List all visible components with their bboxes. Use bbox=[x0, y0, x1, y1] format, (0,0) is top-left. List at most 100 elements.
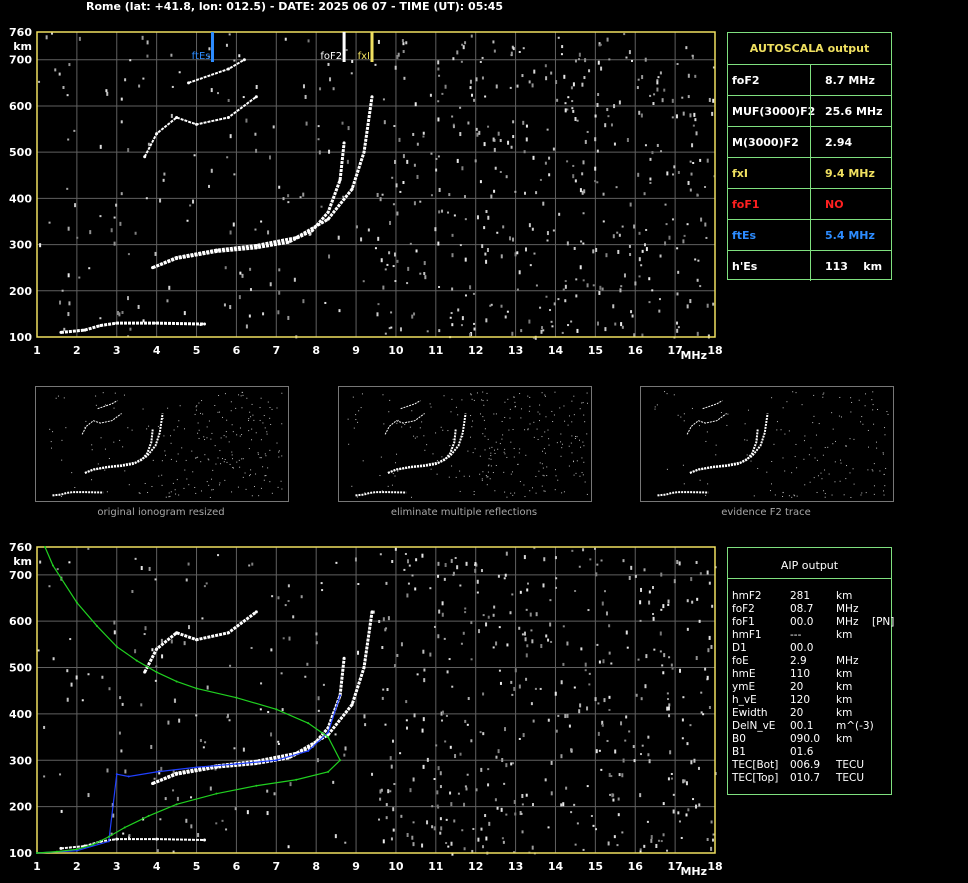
series-2-point bbox=[155, 647, 159, 651]
series-5-point bbox=[175, 803, 178, 806]
series-4-point bbox=[327, 731, 330, 734]
autoscala-value-cell: 5.4 MHz bbox=[810, 220, 875, 250]
aip-divider bbox=[728, 578, 891, 579]
x-tick-label: 10 bbox=[388, 860, 404, 873]
series-2-point bbox=[143, 670, 147, 674]
series-2-point bbox=[195, 638, 199, 642]
thumbnail-trace bbox=[81, 413, 122, 435]
aip-value: 120 bbox=[790, 694, 811, 706]
x-tick-label: 15 bbox=[588, 860, 603, 873]
aip-unit: m^(-3) bbox=[836, 720, 874, 732]
thumbnail-caption-original: original ionogram resized bbox=[97, 507, 225, 518]
series-0-point bbox=[342, 656, 346, 660]
aip-key: foE bbox=[732, 655, 749, 667]
series-5-point bbox=[75, 601, 78, 604]
y-tick-label: 600 bbox=[9, 615, 32, 628]
aip-value: 110 bbox=[790, 668, 811, 680]
series-5-point bbox=[255, 784, 258, 787]
y-tick-label: 100 bbox=[9, 847, 32, 860]
series-5-point bbox=[91, 843, 94, 846]
series-5-point bbox=[275, 708, 278, 711]
series-5-point bbox=[36, 852, 38, 854]
aip-unit: km bbox=[836, 707, 853, 719]
aip-key: TEC[Bot] bbox=[732, 759, 779, 771]
thumbnail-trace bbox=[52, 491, 104, 497]
series-5-point bbox=[327, 770, 330, 773]
aip-value: --- bbox=[790, 629, 802, 641]
x-tick-label: 7 bbox=[272, 860, 280, 873]
series-2-point bbox=[254, 610, 258, 614]
series-5-point bbox=[235, 696, 238, 699]
thumbnail-caption-evidence: evidence F2 trace bbox=[721, 507, 811, 518]
thumbnail-trace bbox=[384, 413, 425, 435]
series-5-point bbox=[75, 848, 78, 851]
series-4-point bbox=[155, 770, 158, 773]
series-1-point bbox=[175, 771, 179, 775]
autoscala-row-m-3000-f2: M(3000)F2 2.94 bbox=[728, 126, 891, 157]
autoscala-row-fxi: fxI 9.4 MHz bbox=[728, 157, 891, 188]
noise-speckle bbox=[37, 547, 717, 856]
autoscala-key: foF1 bbox=[732, 198, 760, 211]
x-tick-label: 11 bbox=[428, 860, 443, 873]
x-tick-label: 8 bbox=[312, 860, 320, 873]
autoscala-value-cell: 2.94 bbox=[810, 127, 852, 157]
aip-key: hmE bbox=[732, 668, 756, 680]
x-tick-label: 3 bbox=[113, 860, 121, 873]
series-5-point bbox=[215, 792, 218, 795]
thumbnail-caption-eliminate: eliminate multiple reflections bbox=[390, 507, 538, 518]
autoscala-value: 25.6 MHz bbox=[825, 105, 883, 118]
x-tick-label: 4 bbox=[153, 860, 161, 873]
autoscala-key: M(3000)F2 bbox=[732, 136, 799, 149]
autoscala-value: 2.94 bbox=[825, 136, 853, 149]
series-2-point bbox=[175, 631, 179, 635]
aip-key: B1 bbox=[732, 746, 746, 758]
series-3-point bbox=[59, 846, 63, 850]
thumbnail-original bbox=[35, 386, 289, 502]
series-1-point bbox=[350, 703, 354, 707]
series-4-point bbox=[195, 766, 198, 769]
series-5-point bbox=[339, 759, 342, 762]
thumbnail-noise bbox=[347, 391, 588, 498]
series-5-point bbox=[51, 564, 54, 567]
aip-value: 010.7 bbox=[790, 772, 821, 784]
aip-key: B0 bbox=[732, 733, 746, 745]
thumbnail-evidence-f2 bbox=[640, 386, 894, 502]
x-tick-label: 18 bbox=[707, 860, 722, 873]
autoscala-value-cell: NO bbox=[810, 189, 844, 219]
x-tick-label: 12 bbox=[468, 860, 483, 873]
aip-value: 01.6 bbox=[790, 746, 814, 758]
y-tick-label: 500 bbox=[9, 662, 32, 675]
aip-value: 281 bbox=[790, 590, 811, 602]
x-tick-label: 16 bbox=[628, 860, 644, 873]
aip-value: 00.0 bbox=[790, 616, 814, 628]
x-axis-label: MHz bbox=[680, 865, 707, 878]
series-5-point bbox=[195, 687, 198, 690]
series-5-point bbox=[147, 814, 150, 817]
series-4-trace bbox=[36, 695, 341, 854]
series-1-point bbox=[370, 610, 374, 614]
x-tick-label: 6 bbox=[233, 860, 241, 873]
aip-unit: km bbox=[836, 694, 853, 706]
autoscala-key: MUF(3000)F2 bbox=[732, 105, 816, 118]
series-3-point bbox=[203, 838, 207, 842]
thumbnail-trace bbox=[657, 491, 709, 497]
autoscala-value: 8.7 MHz bbox=[825, 74, 875, 87]
aip-extra: [PN] bbox=[872, 616, 895, 628]
thumbnail-trace bbox=[400, 400, 421, 410]
series-4-point bbox=[127, 775, 130, 778]
series-4-point bbox=[307, 750, 310, 752]
series-0-trace bbox=[152, 658, 346, 785]
aip-value: 08.7 bbox=[790, 603, 814, 615]
aip-unit: TECU bbox=[836, 772, 865, 784]
series-5-point bbox=[55, 850, 58, 853]
series-2-point bbox=[226, 631, 230, 635]
x-tick-label: 5 bbox=[193, 860, 201, 873]
series-4-point bbox=[115, 773, 118, 776]
autoscala-key: h'Es bbox=[732, 260, 758, 273]
aip-panel: AIP output hmF2 281 km foF2 08.7 MHz foF1 00.0 M… bbox=[727, 547, 895, 795]
thumbnail-trace bbox=[702, 400, 723, 410]
series-3-point bbox=[155, 837, 159, 841]
y-tick-label: 700 bbox=[9, 569, 32, 582]
series-5-point bbox=[123, 826, 126, 829]
thumbnail-trace bbox=[97, 400, 118, 410]
